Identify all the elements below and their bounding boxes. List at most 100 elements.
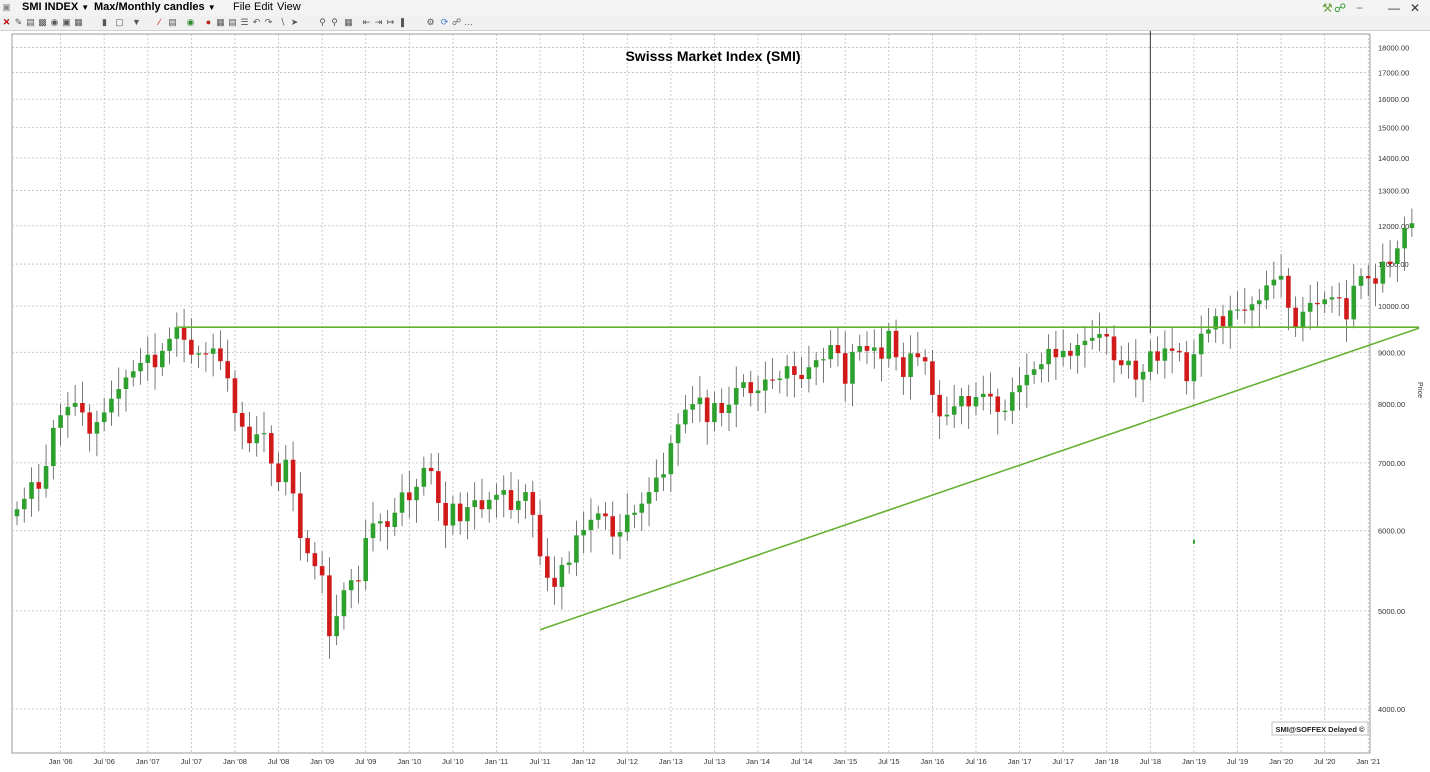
candle-body (937, 394, 942, 417)
brush-icon[interactable]: ∖ (278, 18, 287, 27)
candle-body (14, 509, 20, 517)
candle-body (515, 500, 521, 510)
list-icon[interactable]: ☰ (240, 18, 249, 27)
candle-body (1089, 337, 1095, 341)
x-tick-label: Jul '13 (704, 757, 725, 766)
candle-body (632, 512, 637, 515)
x-tick-label: Jan '13 (659, 757, 683, 766)
scroll-left-icon[interactable]: ⇤ (362, 18, 371, 27)
zoom-out-icon[interactable]: ⚲ (330, 18, 339, 27)
candle-body (443, 502, 448, 526)
candle-body (1373, 278, 1378, 284)
x-tick-label: Jul '18 (1140, 757, 1161, 766)
candle-body (268, 433, 274, 464)
x-tick-label: Jan '17 (1008, 757, 1032, 766)
y-tick-label: 7000.00 (1378, 459, 1405, 468)
candle-body (1293, 307, 1298, 329)
candle-body (1075, 345, 1080, 356)
undo-icon[interactable]: ↶ (252, 18, 261, 27)
y-tick-label: 10000.00 (1378, 302, 1409, 311)
candle-body (1024, 374, 1030, 386)
scroll-right-icon[interactable]: ⇥ (374, 18, 383, 27)
table-icon[interactable]: ▤ (228, 18, 237, 27)
menu-edit[interactable]: Edit (254, 1, 273, 13)
candle-body (210, 348, 216, 354)
record-icon[interactable]: ● (204, 18, 213, 27)
candle-body (951, 406, 957, 415)
dropdown-icon[interactable]: ▼ (132, 18, 141, 27)
x-tick-label: Jan '08 (223, 757, 247, 766)
close-button[interactable]: ✕ (1410, 1, 1420, 15)
candle-body (174, 327, 180, 339)
step-icon[interactable]: ↦ (386, 18, 395, 27)
candle-body (1358, 276, 1364, 286)
camera-icon[interactable]: ◉ (50, 18, 59, 27)
candle-body (80, 403, 85, 413)
line-tool-icon[interactable]: ∕ (155, 18, 164, 27)
candle-body (1169, 348, 1175, 351)
candle-body (893, 330, 899, 358)
minimize-button[interactable]: — (1388, 1, 1400, 15)
candle-body (450, 503, 456, 526)
copy-icon[interactable]: ▣ (62, 18, 71, 27)
candle-body (109, 398, 114, 413)
candle-body (508, 490, 514, 510)
candle-body (726, 404, 732, 414)
symbol-select[interactable]: SMI INDEX ▼ (22, 1, 89, 13)
candle-body (871, 347, 877, 351)
period-select[interactable]: Max/Monthly candles ▼ (94, 1, 216, 13)
wrench-icon[interactable]: ⚒ (1322, 1, 1333, 15)
y-tick-label: 5000.00 (1378, 607, 1405, 616)
bars-icon[interactable]: ❚ (398, 18, 407, 27)
zoom-in-icon[interactable]: ⚲ (318, 18, 327, 27)
expand-icon[interactable]: ▦ (344, 18, 353, 27)
text-tool-icon[interactable]: ▤ (168, 18, 177, 27)
grid-icon[interactable]: ▦ (74, 18, 83, 27)
circle-tool-icon[interactable]: ◉ (186, 18, 195, 27)
ruler-icon[interactable]: ▦ (216, 18, 225, 27)
candle-body (1242, 309, 1248, 311)
candle-body (842, 353, 848, 384)
candle-body (1409, 223, 1415, 228)
candle-body (690, 404, 695, 410)
candle-body (574, 535, 579, 563)
pointer-icon[interactable]: ➤ (290, 18, 299, 27)
candle-body (123, 377, 129, 389)
candle-body (327, 575, 332, 637)
candle-body (225, 361, 230, 379)
print-icon[interactable]: ▩ (38, 18, 47, 27)
x-tick-label: Jul '07 (181, 757, 202, 766)
menu-file[interactable]: File (233, 1, 251, 13)
candle-body (704, 397, 710, 423)
candle-body (857, 346, 863, 352)
candle-body (1097, 334, 1102, 338)
candle-body (1184, 352, 1189, 382)
link-icon[interactable]: ☍ (1334, 1, 1346, 15)
y-tick-label: 16000.00 (1378, 95, 1409, 104)
x-tick-label: Jan '11 (485, 757, 508, 766)
candle-body (813, 360, 819, 368)
options-icon[interactable]: … (464, 18, 473, 27)
link-tool-icon[interactable]: ☍ (452, 18, 461, 27)
pencil-icon[interactable]: ✎ (14, 18, 23, 27)
candle-body (944, 414, 950, 417)
x-tick-label: Jan '18 (1095, 757, 1119, 766)
save-icon[interactable]: ▤ (26, 18, 35, 27)
candle-body (1126, 360, 1131, 366)
refresh-icon[interactable]: ⟳ (440, 18, 449, 27)
candle-body (130, 371, 136, 378)
candle-body (646, 492, 652, 504)
close-icon[interactable]: ✕ (2, 18, 11, 27)
pin-icon[interactable]: − (1356, 1, 1363, 15)
layout-icon[interactable]: ▢ (115, 18, 124, 27)
candle-body (370, 523, 376, 539)
candle-body (792, 366, 797, 375)
x-tick-label: Jan '06 (49, 757, 73, 766)
settings-icon[interactable]: ⚙ (426, 18, 435, 27)
chart-type-icon[interactable]: ▮ (100, 18, 109, 27)
x-tick-label: Jul '10 (442, 757, 463, 766)
candle-body (1264, 285, 1269, 301)
candle-body (835, 345, 841, 354)
redo-icon[interactable]: ↷ (264, 18, 273, 27)
menu-view[interactable]: View (277, 1, 301, 13)
